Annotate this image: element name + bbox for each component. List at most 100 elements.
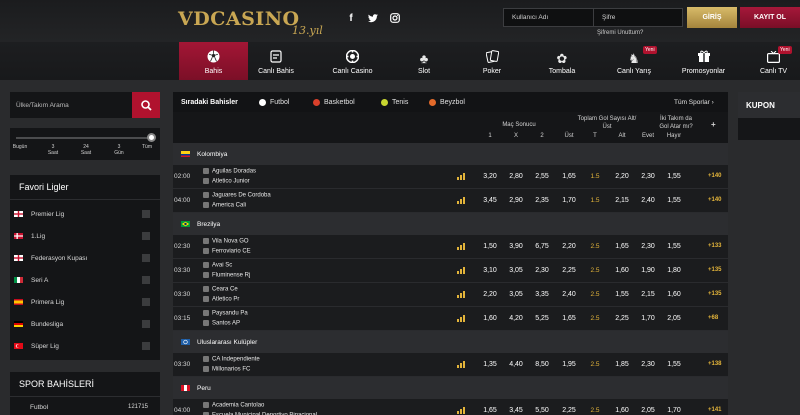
odds-cell[interactable]: 1,55 xyxy=(661,361,687,368)
odds-cell[interactable]: 1,65 xyxy=(609,243,635,250)
odds-cell[interactable]: 1,35 xyxy=(477,361,503,368)
fav-league-checkbox[interactable] xyxy=(142,254,150,262)
stats-icon[interactable] xyxy=(457,173,465,180)
odds-cell[interactable]: 2,30 xyxy=(635,173,661,180)
odds-cell[interactable]: 1,85 xyxy=(609,361,635,368)
odds-cell[interactable]: 1,60 xyxy=(609,267,635,274)
fav-league-item[interactable]: Federasyon Kupası xyxy=(10,247,160,269)
more-markets-button[interactable]: +141 xyxy=(708,407,722,413)
odds-cell[interactable]: 2,80 xyxy=(503,173,529,180)
more-markets-button[interactable]: +68 xyxy=(708,315,718,321)
odds-cell[interactable]: 2,20 xyxy=(477,291,503,298)
stats-icon[interactable] xyxy=(457,267,465,274)
away-team[interactable]: Atletico Junior xyxy=(203,178,250,185)
league-header[interactable]: Kolombiya xyxy=(173,143,728,165)
odds-cell[interactable]: 2,05 xyxy=(661,315,687,322)
odds-cell[interactable]: 3,05 xyxy=(503,291,529,298)
search-button[interactable] xyxy=(132,92,160,118)
odds-cell[interactable]: 1,50 xyxy=(477,243,503,250)
fav-league-item[interactable]: Primera Lig xyxy=(10,291,160,313)
more-markets-button[interactable]: +135 xyxy=(708,267,722,273)
odds-cell[interactable]: 2,40 xyxy=(635,197,661,204)
odds-cell[interactable]: 2,90 xyxy=(503,197,529,204)
fav-league-item[interactable]: Süper Lig xyxy=(10,335,160,357)
nav-canli-bahis[interactable]: Canlı Bahis xyxy=(248,42,304,80)
more-markets-button[interactable]: +135 xyxy=(708,291,722,297)
login-button[interactable]: GİRİŞ xyxy=(687,7,737,28)
odds-cell[interactable]: 1,80 xyxy=(661,267,687,274)
more-markets-button[interactable]: +140 xyxy=(708,197,722,203)
odds-cell[interactable]: 3,20 xyxy=(477,173,503,180)
facebook-icon[interactable]: f xyxy=(345,12,357,24)
username-field[interactable]: Kullanıcı Adı xyxy=(503,8,595,27)
odds-cell[interactable]: 3,10 xyxy=(477,267,503,274)
odds-cell[interactable]: 1,65 xyxy=(556,315,582,322)
odds-cell[interactable]: 8,50 xyxy=(529,361,555,368)
twitter-icon[interactable] xyxy=(367,12,379,24)
odds-cell[interactable]: 2,20 xyxy=(556,243,582,250)
stats-icon[interactable] xyxy=(457,315,465,322)
stats-icon[interactable] xyxy=(457,243,465,250)
odds-cell[interactable]: 2,40 xyxy=(556,291,582,298)
tab-beyzbol[interactable]: Beyzbol xyxy=(429,98,465,106)
away-team[interactable]: Fluminense Rj xyxy=(203,272,250,279)
home-team[interactable]: CA Independiente xyxy=(203,356,260,363)
tab-tenis[interactable]: Tenis xyxy=(381,98,408,106)
nav-poker[interactable]: Poker xyxy=(477,42,507,80)
league-header[interactable]: Brezilya xyxy=(173,213,728,235)
home-team[interactable]: Vila Nova GO xyxy=(203,238,249,245)
more-markets-button[interactable]: +138 xyxy=(708,361,722,367)
odds-cell[interactable]: 1,55 xyxy=(609,291,635,298)
fav-league-checkbox[interactable] xyxy=(142,232,150,240)
odds-cell[interactable]: 5,50 xyxy=(529,407,555,414)
stats-icon[interactable] xyxy=(457,407,465,414)
forgot-password-link[interactable]: Şifremi Unuttum? xyxy=(597,30,643,36)
league-header[interactable]: Uluslararası Kulüpler xyxy=(173,331,728,353)
home-team[interactable]: Avai Sc xyxy=(203,262,232,269)
odds-cell[interactable]: 1,90 xyxy=(635,267,661,274)
odds-cell[interactable]: 2,35 xyxy=(529,197,555,204)
home-team[interactable]: Paysandu Pa xyxy=(203,310,248,317)
away-team[interactable]: Atletico Pr xyxy=(203,296,239,303)
password-field[interactable]: Şifre xyxy=(593,8,683,27)
odds-cell[interactable]: 2,25 xyxy=(556,267,582,274)
stats-icon[interactable] xyxy=(457,361,465,368)
stats-icon[interactable] xyxy=(457,197,465,204)
odds-cell[interactable]: 1,65 xyxy=(477,407,503,414)
away-team[interactable]: Ferroviario CE xyxy=(203,248,251,255)
register-button[interactable]: KAYIT OL xyxy=(740,7,800,28)
odds-cell[interactable]: 1,60 xyxy=(661,291,687,298)
fav-league-item[interactable]: Bundesliga xyxy=(10,313,160,335)
nav-canli-tv[interactable]: Canlı TV Yeni xyxy=(757,42,792,80)
sport-item-futbol[interactable]: Futbol 121715 xyxy=(10,402,160,415)
away-team[interactable]: Millonarios FC xyxy=(203,366,250,373)
fav-league-item[interactable]: Seri A xyxy=(10,269,160,291)
odds-cell[interactable]: 1,95 xyxy=(556,361,582,368)
home-team[interactable]: Aguilas Doradas xyxy=(203,168,256,175)
expand-header-button[interactable]: + xyxy=(711,121,716,129)
odds-cell[interactable]: 4,20 xyxy=(503,315,529,322)
odds-cell[interactable]: 6,75 xyxy=(529,243,555,250)
instagram-icon[interactable] xyxy=(389,12,401,24)
tab-futbol[interactable]: Futbol xyxy=(259,98,289,106)
odds-cell[interactable]: 1,70 xyxy=(635,315,661,322)
fav-league-checkbox[interactable] xyxy=(142,210,150,218)
fav-league-checkbox[interactable] xyxy=(142,298,150,306)
more-markets-button[interactable]: +140 xyxy=(708,173,722,179)
time-slider-handle[interactable] xyxy=(147,133,156,142)
odds-cell[interactable]: 1,70 xyxy=(556,197,582,204)
odds-cell[interactable]: 2,05 xyxy=(635,407,661,414)
odds-cell[interactable]: 2,30 xyxy=(529,267,555,274)
league-header[interactable]: Peru xyxy=(173,377,728,399)
odds-cell[interactable]: 2,55 xyxy=(529,173,555,180)
odds-cell[interactable]: 2,30 xyxy=(635,243,661,250)
odds-cell[interactable]: 2,25 xyxy=(556,407,582,414)
odds-cell[interactable]: 2,15 xyxy=(635,291,661,298)
nav-slot[interactable]: ♣ Slot xyxy=(410,42,438,80)
time-slider-track[interactable] xyxy=(16,137,154,139)
odds-cell[interactable]: 4,40 xyxy=(503,361,529,368)
fav-league-item[interactable]: 1.Lig xyxy=(10,225,160,247)
odds-cell[interactable]: 1,55 xyxy=(661,243,687,250)
home-team[interactable]: Academia Cantolao xyxy=(203,402,264,409)
nav-tombala[interactable]: ✿ Tombala xyxy=(543,42,581,80)
